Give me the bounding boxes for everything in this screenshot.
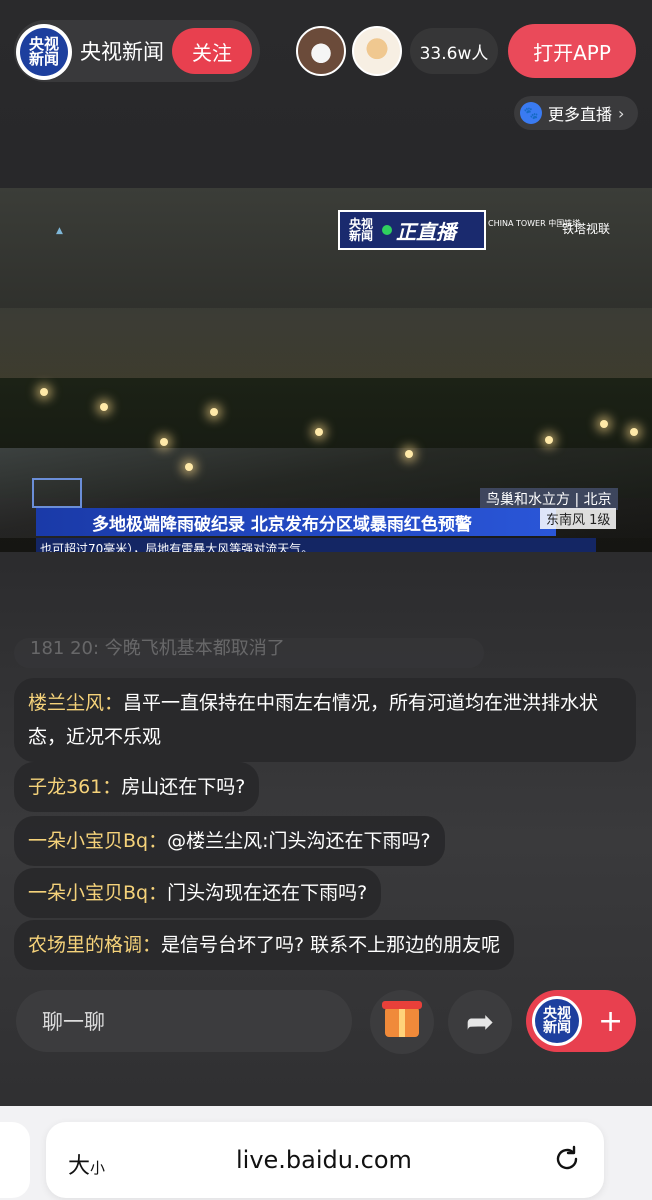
wind-tag: 东南风 1级 [540, 508, 617, 529]
viewer-avatar[interactable] [296, 26, 346, 76]
channel-logo[interactable]: 央视 新闻 [16, 24, 72, 80]
follow-button[interactable]: 关注 [172, 28, 252, 74]
street-light [160, 438, 168, 446]
chat-message[interactable]: 一朵小宝贝Bq：门头沟现在还在下雨吗? [14, 868, 382, 918]
mini-logo-line2: 新闻 [543, 1020, 571, 1036]
baidu-paw-icon: 🐾 [520, 102, 542, 124]
viewer-avatar[interactable] [352, 26, 402, 76]
gift-button[interactable] [370, 990, 434, 1054]
live-dot-icon [382, 225, 392, 235]
viewer-count[interactable]: 33.6w人 [410, 28, 498, 74]
chat-input[interactable]: 聊一聊 [16, 990, 352, 1052]
tower-watermark-icon: ▲ [56, 226, 63, 236]
text-size-big: 大 [68, 1154, 91, 1179]
chat-username[interactable]: 一朵小宝贝Bq： [28, 882, 167, 904]
logo-line2: 新闻 [28, 50, 59, 68]
channel-mini-logo: 央视 新闻 [532, 996, 582, 1046]
chat-message[interactable]: 一朵小宝贝Bq：@楼兰尘风:门头沟还在下雨吗? [14, 816, 445, 866]
cctv-news-logo-icon: 央视 新闻 [535, 999, 579, 1043]
mini-logo-line1: 央视 [543, 1006, 571, 1022]
gift-icon [382, 1001, 422, 1037]
faded-chat-message: 181 20: 今晚飞机基本都取消了 [14, 638, 484, 668]
caption-frame [32, 478, 82, 508]
cctv-news-logo-icon: 央视 新闻 [20, 28, 68, 76]
chat-message[interactable]: 农场里的格调：是信号台坏了吗? 联系不上那边的朋友呢 [14, 920, 515, 970]
previous-tab-edge[interactable] [0, 1122, 30, 1198]
chat-text: @楼兰尘风:门头沟还在下雨吗? [167, 830, 431, 852]
plus-icon: + [598, 1003, 624, 1039]
street-light [315, 428, 323, 436]
ticker-text: 也可超过70毫米），局地有雷暴大风等强对流天气。 [40, 542, 314, 552]
headline-text: 多地极端降雨破纪录 北京发布分区域暴雨红色预警 [92, 514, 472, 535]
badge-logo-line2: 新闻 [348, 229, 373, 243]
location-tag: 鸟巢和水立方 | 北京 [480, 488, 618, 510]
chat-text: 是信号台坏了吗? 联系不上那边的朋友呢 [161, 934, 501, 956]
headline-bar: 多地极端降雨破纪录 北京发布分区域暴雨红色预警 [36, 508, 556, 536]
street-light [405, 450, 413, 458]
live-video-player[interactable]: ▲ 央视 新闻 正直播 CHINA TOWER 中国铁塔 铁塔视联 鸟巢和水立方… [0, 188, 652, 552]
chat-text: 房山还在下吗? [121, 776, 246, 798]
cctv-news-logo-icon: 央视 新闻 [344, 213, 378, 247]
chat-username[interactable]: 楼兰尘风： [28, 692, 123, 714]
chevron-right-icon: › [618, 103, 625, 123]
text-size-button[interactable]: 大小 [68, 1148, 105, 1180]
reload-icon[interactable] [552, 1144, 582, 1174]
live-label: 正直播 [396, 219, 456, 244]
partner-logo-tower-vision: 铁塔视联 [562, 222, 611, 236]
street-light [210, 408, 218, 416]
open-app-button[interactable]: 打开APP [508, 24, 636, 78]
url-text[interactable]: live.baidu.com [236, 1146, 412, 1174]
share-button[interactable]: ➦ [448, 990, 512, 1054]
street-light [185, 463, 193, 471]
chat-username[interactable]: 一朵小宝贝Bq： [28, 830, 167, 852]
channel-name[interactable]: 央视新闻 [80, 36, 164, 66]
street-light [100, 403, 108, 411]
share-arrow-icon: ➦ [465, 1002, 495, 1042]
chat-message[interactable]: 子龙361：房山还在下吗? [14, 762, 260, 812]
chat-username[interactable]: 农场里的格调： [28, 934, 161, 956]
street-light [545, 436, 553, 444]
chat-username[interactable]: 子龙361： [28, 776, 121, 798]
live-badge: 央视 新闻 正直播 [338, 210, 486, 250]
chat-text: 门头沟现在还在下雨吗? [167, 882, 368, 904]
more-live-button[interactable]: 🐾 更多直播 › [514, 96, 638, 130]
street-light [40, 388, 48, 396]
street-light [630, 428, 638, 436]
faded-chat-text: 181 20: 今晚飞机基本都取消了 [30, 638, 285, 659]
chat-message[interactable]: 楼兰尘风：昌平一直保持在中雨左右情况，所有河道均在泄洪排水状态，近况不乐观 [14, 678, 636, 762]
news-ticker: 也可超过70毫米），局地有雷暴大风等强对流天气。 [36, 538, 596, 552]
follow-channel-button[interactable]: 央视 新闻 + [526, 990, 636, 1052]
street-light [600, 420, 608, 428]
more-live-label: 更多直播 [548, 105, 613, 124]
text-size-small: 小 [90, 1159, 106, 1177]
